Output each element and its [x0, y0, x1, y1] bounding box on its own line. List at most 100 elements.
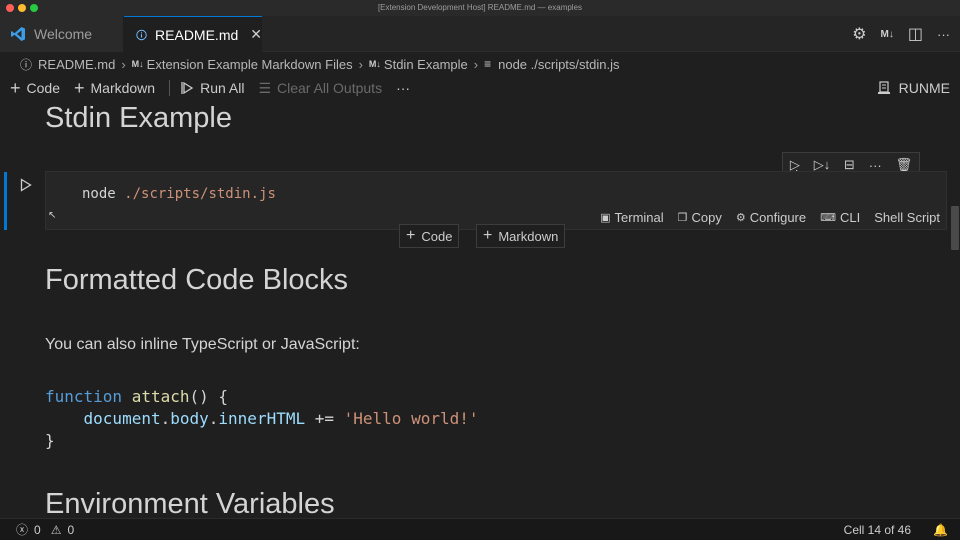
code-cell[interactable]: node ./scripts/stdin.js ↖ ▣ Terminal ❐ Cop…: [45, 171, 947, 230]
chevron-right-icon: ›: [473, 56, 479, 72]
window-title: [Extension Development Host] README.md —…: [377, 3, 583, 12]
plus-icon: +: [483, 227, 493, 244]
code-punct: () {: [189, 387, 229, 406]
breadcrumb-file[interactable]: README.md: [38, 57, 115, 72]
code-object: document: [83, 409, 161, 428]
code-operator: +=: [305, 409, 344, 428]
runme-label: RUNME: [898, 80, 950, 96]
editor-tab-bar: Welcome README.md ✕ ⚙ M↓ ◫ ···: [0, 16, 960, 52]
code-block: function attach() { document.body.innerH…: [45, 387, 479, 450]
window-titlebar: [Extension Development Host] README.md —…: [0, 0, 960, 16]
heading-environment-variables: Environment Variables: [45, 488, 335, 518]
info-icon: [136, 29, 147, 40]
terminal-icon: ▣: [600, 212, 611, 224]
add-code-cell-button[interactable]: + Code: [10, 79, 60, 97]
cli-icon: ⌨: [820, 212, 837, 224]
status-right: Cell 14 of 46 🔔: [844, 523, 948, 537]
heading-stdin-example: Stdin Example: [45, 102, 232, 134]
code-prop: innerHTML: [218, 409, 306, 428]
clear-outputs-label: Clear All Outputs: [277, 80, 383, 96]
runme-button[interactable]: RUNME: [877, 76, 950, 100]
split-editor-icon[interactable]: ◫: [908, 24, 923, 44]
notebook-toolbar: + Code + Markdown Run All ☰ Clear All Ou…: [0, 76, 960, 100]
breadcrumb: ⓘ README.md › M↓ Extension Example Markd…: [0, 52, 960, 76]
cell-script-path: ./scripts/stdin.js: [124, 186, 276, 202]
error-icon: ⓧ: [16, 523, 29, 537]
tab-welcome-label: Welcome: [34, 26, 93, 42]
terminal-button[interactable]: ▣ Terminal: [600, 210, 664, 225]
markdown-icon: M↓: [131, 59, 144, 69]
markdown-preview-icon[interactable]: M↓: [881, 29, 894, 40]
editor-actions: ⚙ M↓ ◫ ···: [852, 16, 950, 52]
shell-script-button[interactable]: Shell Script: [874, 210, 940, 225]
close-icon[interactable]: ✕: [250, 26, 262, 43]
cell-position[interactable]: Cell 14 of 46: [844, 523, 911, 537]
breadcrumb-subsection[interactable]: Stdin Example: [384, 57, 468, 72]
vscode-logo-icon: [11, 27, 25, 41]
insert-code-label: Code: [421, 228, 453, 244]
add-code-label: Code: [26, 80, 60, 96]
plus-icon: +: [406, 227, 416, 244]
add-markdown-cell-button[interactable]: + Markdown: [74, 79, 155, 97]
run-all-button[interactable]: Run All: [180, 80, 244, 96]
notebook-editor[interactable]: Stdin Example ▷̣ ▷↓ ⊟ ··· 🗑 node ./scrip…: [0, 100, 960, 518]
run-all-icon: [181, 81, 194, 95]
code-prop: body: [170, 409, 209, 428]
plus-icon: +: [73, 78, 85, 98]
status-bar: ⓧ 0 ⚠ 0 Cell 14 of 46 🔔: [0, 518, 960, 540]
clear-outputs-icon: ☰: [258, 79, 272, 96]
configure-button[interactable]: ⚙ Configure: [736, 210, 806, 225]
chevron-right-icon: ›: [358, 56, 363, 72]
cell-command: node: [82, 186, 116, 202]
gear-icon[interactable]: ⚙: [852, 24, 866, 44]
run-cell-button[interactable]: [20, 178, 32, 195]
heading-formatted-code-blocks: Formatted Code Blocks: [45, 264, 349, 296]
cell-code-line[interactable]: node ./scripts/stdin.js: [82, 186, 276, 202]
cell-status-actions: ▣ Terminal ❐ Copy ⚙ Configure ⌨ CLI Shell Sc…: [600, 210, 940, 225]
configure-label: Configure: [749, 210, 807, 225]
cell-focus-indicator: [4, 172, 7, 230]
insert-markdown-label: Markdown: [498, 228, 559, 244]
cli-button[interactable]: ⌨ CLI: [820, 210, 860, 225]
tab-readme-label: README.md: [155, 26, 239, 43]
code-string: 'Hello world!': [343, 409, 479, 428]
more-icon: ···: [396, 80, 411, 96]
problems-indicator[interactable]: ⓧ 0 ⚠ 0: [16, 521, 74, 538]
bell-icon[interactable]: 🔔: [933, 523, 948, 537]
insert-markdown-cell-button[interactable]: + Markdown: [476, 224, 566, 248]
copy-button[interactable]: ❐ Copy: [678, 210, 722, 225]
warning-icon: ⚠: [50, 522, 62, 537]
copy-label: Copy: [691, 210, 722, 225]
code-punct: }: [45, 431, 55, 450]
more-actions-icon[interactable]: ···: [937, 27, 950, 42]
plus-icon: +: [10, 78, 21, 98]
inline-code-paragraph: You can also inline TypeScript or JavaSc…: [45, 336, 360, 353]
run-all-label: Run All: [200, 80, 245, 96]
copy-icon: ❐: [677, 212, 688, 224]
runme-icon: [877, 81, 890, 94]
cli-label: CLI: [840, 210, 861, 225]
tab-welcome[interactable]: Welcome: [0, 16, 124, 52]
insert-code-cell-button[interactable]: + Code: [399, 224, 460, 248]
info-icon: ⓘ: [20, 57, 33, 72]
play-icon: [20, 178, 32, 192]
add-markdown-label: Markdown: [90, 80, 156, 96]
tab-readme[interactable]: README.md ✕: [124, 16, 262, 52]
breadcrumb-section[interactable]: Extension Example Markdown Files: [147, 57, 353, 72]
error-count: 0: [34, 522, 41, 537]
breadcrumb-cell[interactable]: node ./scripts/stdin.js: [498, 57, 619, 72]
lines-icon: ≡: [484, 57, 492, 71]
terminal-label: Terminal: [614, 210, 664, 225]
warning-count: 0: [67, 522, 75, 537]
code-keyword: function: [45, 387, 123, 406]
chevron-right-icon: ›: [121, 56, 126, 72]
gear-icon: ⚙: [735, 212, 746, 224]
markdown-icon: M↓: [368, 59, 381, 69]
toolbar-more-button[interactable]: ···: [396, 80, 410, 96]
toolbar-divider: [169, 80, 171, 96]
code-function-name: attach: [131, 387, 190, 406]
vertical-scrollbar[interactable]: [951, 206, 959, 250]
mouse-cursor-icon: ↖: [48, 210, 57, 221]
shell-script-label: Shell Script: [874, 210, 940, 225]
clear-all-outputs-button[interactable]: ☰ Clear All Outputs: [258, 80, 382, 97]
